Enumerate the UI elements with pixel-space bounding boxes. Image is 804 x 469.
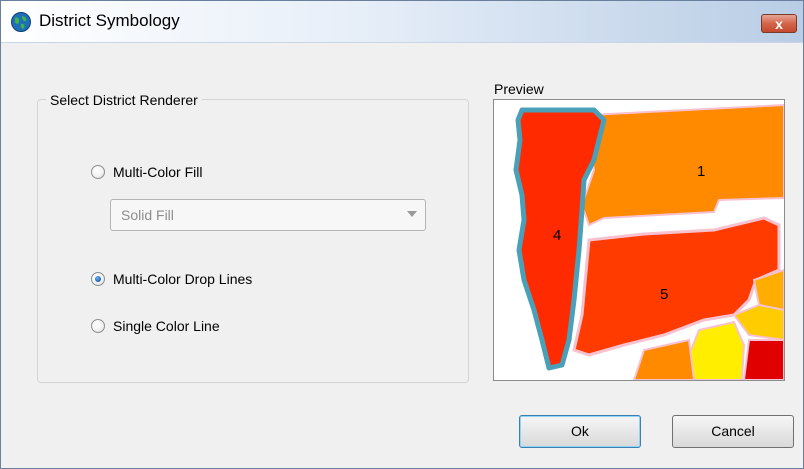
preview-map: 1 4 5: [493, 99, 785, 381]
ok-button[interactable]: Ok: [519, 415, 641, 448]
district-small-shape: [732, 303, 784, 342]
district-label: 1: [697, 163, 705, 180]
cancel-button[interactable]: Cancel: [672, 415, 794, 448]
district-small-shape: [687, 320, 746, 380]
globe-icon: [11, 12, 31, 32]
close-icon: x: [775, 16, 783, 32]
district-small-shape: [632, 338, 696, 380]
title-bar[interactable]: District Symbology x: [1, 1, 803, 43]
preview-label: Preview: [494, 81, 544, 97]
district-small-shape: [742, 339, 784, 380]
district-label: 5: [660, 286, 668, 303]
radio-label: Single Color Line: [113, 318, 220, 334]
chevron-down-icon: [407, 211, 417, 217]
radio-button-icon[interactable]: [91, 319, 105, 333]
radio-button-icon[interactable]: [91, 272, 105, 286]
radio-multi-color-drop-lines[interactable]: Multi-Color Drop Lines: [91, 270, 252, 288]
fill-style-dropdown[interactable]: Solid Fill: [110, 199, 426, 231]
district-label: 4: [553, 227, 561, 244]
window-title: District Symbology: [39, 11, 180, 30]
renderer-group-box: [37, 99, 469, 383]
radio-multi-color-fill[interactable]: Multi-Color Fill: [91, 163, 202, 181]
district-1-shape: [580, 103, 784, 227]
renderer-group-legend: Select District Renderer: [46, 92, 202, 108]
radio-button-icon[interactable]: [91, 165, 105, 179]
radio-single-color-line[interactable]: Single Color Line: [91, 317, 220, 335]
close-button[interactable]: x: [761, 14, 797, 33]
district-map: 1 4 5: [513, 103, 784, 380]
radio-label: Multi-Color Fill: [113, 164, 203, 180]
fill-style-value: Solid Fill: [121, 207, 174, 223]
dialog-window: District Symbology x Select District Ren…: [0, 0, 804, 469]
radio-label: Multi-Color Drop Lines: [113, 271, 253, 287]
